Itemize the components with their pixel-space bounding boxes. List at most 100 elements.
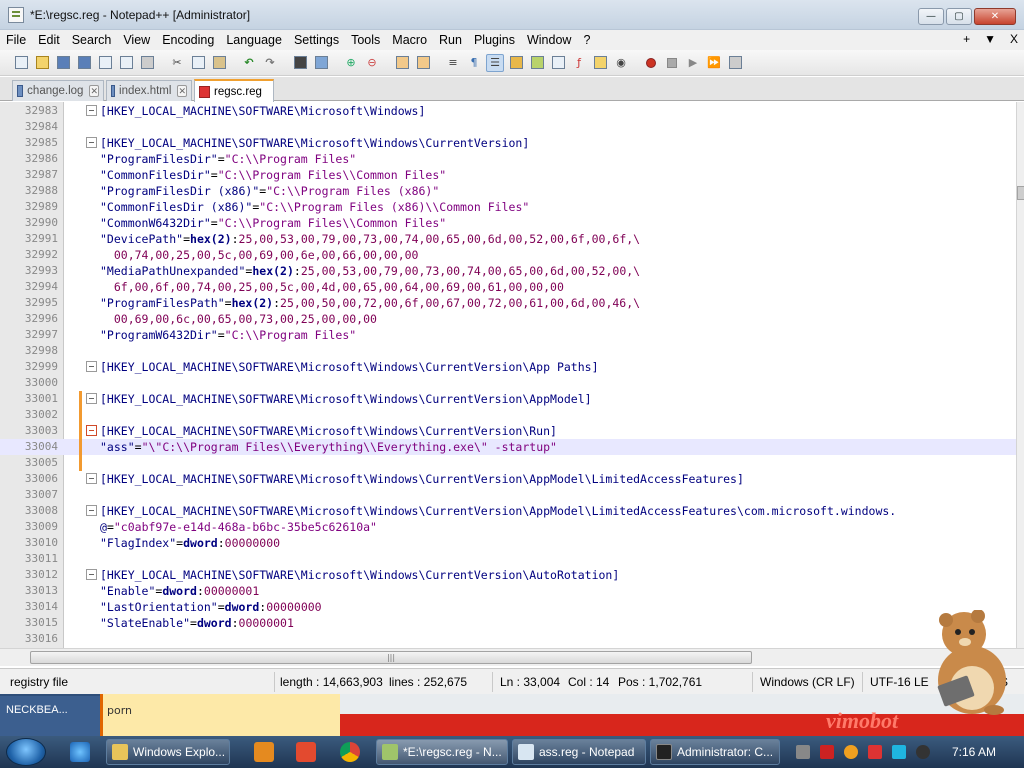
chrome-icon[interactable] xyxy=(340,742,360,762)
doc-list-icon[interactable] xyxy=(549,54,567,72)
code-line[interactable]: 33011 xyxy=(0,551,1016,567)
close-all-icon[interactable] xyxy=(117,54,135,72)
internet-explorer-icon[interactable] xyxy=(70,742,90,762)
menu-macro[interactable]: Macro xyxy=(386,33,433,47)
tray-display-icon[interactable] xyxy=(892,745,906,759)
menu-view[interactable]: View xyxy=(117,33,156,47)
zoom-out-icon[interactable]: ⊖ xyxy=(363,54,381,72)
fold-toggle-icon[interactable] xyxy=(86,361,97,372)
paint-icon[interactable] xyxy=(296,742,316,762)
fold-toggle-icon[interactable] xyxy=(86,393,97,404)
start-button[interactable] xyxy=(6,738,46,766)
code-line[interactable]: 32999 [HKEY_LOCAL_MACHINE\SOFTWARE\Micros… xyxy=(0,359,1016,375)
code-line[interactable]: 32990 "CommonW6432Dir"="C:\\Program Files… xyxy=(0,215,1016,231)
code-line[interactable]: 33003 [HKEY_LOCAL_MACHINE\SOFTWARE\Micros… xyxy=(0,423,1016,439)
code-line[interactable]: 33008 [HKEY_LOCAL_MACHINE\SOFTWARE\Micros… xyxy=(0,503,1016,519)
new-file-icon[interactable] xyxy=(12,54,30,72)
code-line[interactable]: 33007 xyxy=(0,487,1016,503)
menu-tools[interactable]: Tools xyxy=(345,33,386,47)
menu-settings[interactable]: Settings xyxy=(288,33,345,47)
fold-toggle-icon[interactable] xyxy=(86,137,97,148)
tray-network-icon[interactable] xyxy=(796,745,810,759)
find-icon[interactable] xyxy=(291,54,309,72)
code-line[interactable]: 32989 "CommonFilesDir (x86)"="C:\\Program… xyxy=(0,199,1016,215)
code-line[interactable]: 32998 xyxy=(0,343,1016,359)
code-line[interactable]: 33014 "LastOrientation"=dword:00000000 xyxy=(0,599,1016,615)
code-line[interactable]: 33009 @="c0abf97e-e14d-468a-b6bc-35be5c62… xyxy=(0,519,1016,535)
code-line[interactable]: 32983 [HKEY_LOCAL_MACHINE\SOFTWARE\Micros… xyxy=(0,103,1016,119)
tab-list-dropdown-button[interactable]: ▼ xyxy=(984,32,996,46)
taskbar-notepadpp[interactable]: *E:\regsc.reg - N... xyxy=(376,739,508,765)
code-line[interactable]: 33010 "FlagIndex"=dword:00000000 xyxy=(0,535,1016,551)
close-document-button[interactable]: X xyxy=(1010,32,1018,46)
folder-workspace-icon[interactable] xyxy=(591,54,609,72)
tray-volume-icon[interactable] xyxy=(916,745,930,759)
tray-antivirus-icon[interactable] xyxy=(820,745,834,759)
menu-search[interactable]: Search xyxy=(66,33,118,47)
code-line[interactable]: 33002 xyxy=(0,407,1016,423)
macro-record-icon[interactable] xyxy=(642,54,660,72)
code-line[interactable]: 32997 "ProgramW6432Dir"="C:\\Program File… xyxy=(0,327,1016,343)
menu-run[interactable]: Run xyxy=(433,33,468,47)
maximize-button[interactable]: ▢ xyxy=(946,8,972,25)
code-line[interactable]: 32993 "MediaPathUnexpanded"=hex(2):25,00,… xyxy=(0,263,1016,279)
menu-language[interactable]: Language xyxy=(220,33,288,47)
code-line[interactable]: 33000 xyxy=(0,375,1016,391)
menu-window[interactable]: Window xyxy=(521,33,577,47)
code-line[interactable]: 32996 00,69,00,6c,00,65,00,73,00,25,00,0… xyxy=(0,311,1016,327)
function-list-icon[interactable]: ƒ xyxy=(570,54,588,72)
tab-index-html[interactable]: index.html ✕ xyxy=(106,80,192,101)
redo-icon[interactable]: ↷ xyxy=(261,54,279,72)
taskbar-clock[interactable]: 7:16 AM xyxy=(952,745,996,759)
word-wrap-icon[interactable]: ≡ xyxy=(444,54,462,72)
copy-icon[interactable] xyxy=(189,54,207,72)
horizontal-scrollbar[interactable]: ||| xyxy=(0,648,1024,666)
tray-flag-icon[interactable] xyxy=(868,745,882,759)
desktop-item-image[interactable]: porn xyxy=(100,694,340,736)
fold-toggle-icon[interactable] xyxy=(86,505,97,516)
macro-save-icon[interactable] xyxy=(726,54,744,72)
code-line[interactable]: 33016 xyxy=(0,631,1016,647)
menu-encoding[interactable]: Encoding xyxy=(156,33,220,47)
media-player-icon[interactable] xyxy=(254,742,274,762)
paste-icon[interactable] xyxy=(210,54,228,72)
editor-area[interactable]: 32983 [HKEY_LOCAL_MACHINE\SOFTWARE\Micros… xyxy=(0,102,1016,648)
taskbar-windows-explorer[interactable]: Windows Explo... xyxy=(106,739,230,765)
code-line[interactable]: 33005 xyxy=(0,455,1016,471)
code-line[interactable]: 32984 xyxy=(0,119,1016,135)
sync-vertical-icon[interactable] xyxy=(393,54,411,72)
vertical-scroll-thumb[interactable] xyxy=(1017,186,1024,200)
tab-close-icon[interactable]: ✕ xyxy=(177,85,187,97)
undo-icon[interactable]: ↶ xyxy=(240,54,258,72)
tray-search-icon[interactable] xyxy=(844,745,858,759)
doc-map-icon[interactable] xyxy=(528,54,546,72)
code-line[interactable]: 32995 "ProgramFilesPath"=hex(2):25,00,50,… xyxy=(0,295,1016,311)
sync-horizontal-icon[interactable] xyxy=(414,54,432,72)
cut-icon[interactable]: ✂ xyxy=(168,54,186,72)
fold-toggle-icon[interactable] xyxy=(86,473,97,484)
new-tab-plus-button[interactable]: + xyxy=(963,32,970,46)
save-all-icon[interactable] xyxy=(75,54,93,72)
fold-toggle-icon[interactable] xyxy=(86,569,97,580)
menu-edit[interactable]: Edit xyxy=(32,33,66,47)
replace-icon[interactable] xyxy=(312,54,330,72)
taskbar-notepad[interactable]: ass.reg - Notepad xyxy=(512,739,646,765)
code-line[interactable]: 33012 [HKEY_LOCAL_MACHINE\SOFTWARE\Micros… xyxy=(0,567,1016,583)
vertical-scrollbar[interactable] xyxy=(1016,102,1024,648)
close-file-icon[interactable] xyxy=(96,54,114,72)
fold-toggle-icon[interactable] xyxy=(86,425,97,436)
code-line[interactable]: 33001 [HKEY_LOCAL_MACHINE\SOFTWARE\Micros… xyxy=(0,391,1016,407)
menu-plugins[interactable]: Plugins xyxy=(468,33,521,47)
minimize-button[interactable]: — xyxy=(918,8,944,25)
horizontal-scroll-thumb[interactable]: ||| xyxy=(30,651,752,664)
code-line[interactable]: 32986 "ProgramFilesDir"="C:\\Program File… xyxy=(0,151,1016,167)
save-icon[interactable] xyxy=(54,54,72,72)
macro-run-multiple-icon[interactable]: ⏩ xyxy=(705,54,723,72)
code-line[interactable]: 32992 00,74,00,25,00,5c,00,69,00,6e,00,6… xyxy=(0,247,1016,263)
code-line[interactable]: 33013 "Enable"=dword:00000001 xyxy=(0,583,1016,599)
code-line[interactable]: 32994 6f,00,6f,00,74,00,25,00,5c,00,4d,0… xyxy=(0,279,1016,295)
code-line[interactable]: 33015 "SlateEnable"=dword:00000001 xyxy=(0,615,1016,631)
udl-icon[interactable] xyxy=(507,54,525,72)
fold-toggle-icon[interactable] xyxy=(86,105,97,116)
taskbar-command-prompt[interactable]: Administrator: C... xyxy=(650,739,780,765)
